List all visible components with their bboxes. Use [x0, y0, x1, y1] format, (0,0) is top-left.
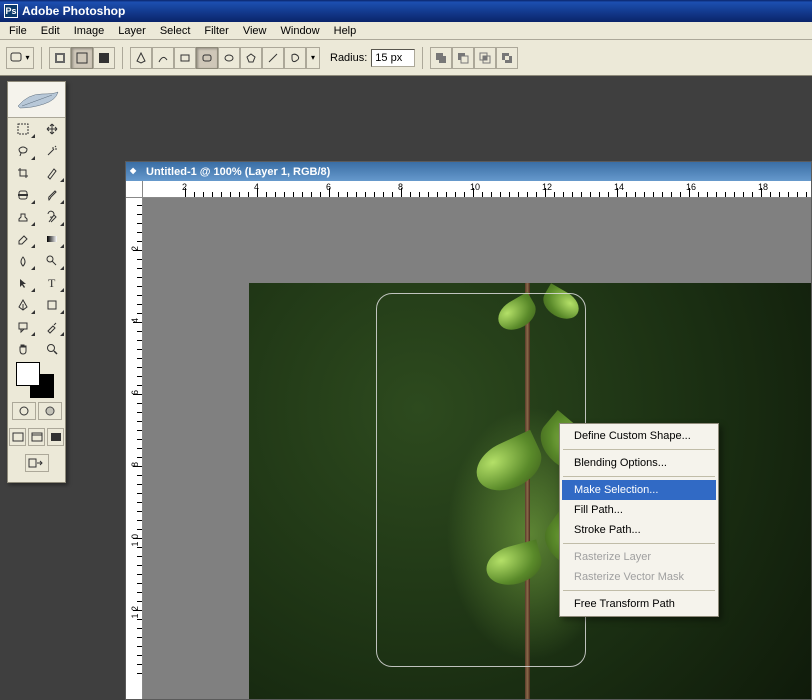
menu-view[interactable]: View: [236, 24, 274, 38]
dodge-tool-icon[interactable]: [37, 250, 66, 272]
wand-tool-icon[interactable]: [37, 140, 66, 162]
eyedropper-tool-icon[interactable]: [37, 316, 66, 338]
document-icon: ◆: [130, 166, 142, 178]
context-item-free-transform-path[interactable]: Free Transform Path: [562, 594, 716, 614]
standard-mode-icon[interactable]: [12, 402, 36, 420]
ellipse-shape-icon[interactable]: [218, 47, 240, 69]
context-item-stroke-path[interactable]: Stroke Path...: [562, 520, 716, 540]
menu-help[interactable]: Help: [327, 24, 364, 38]
tool-grid: T: [8, 118, 65, 360]
menu-window[interactable]: Window: [274, 24, 327, 38]
pen-tool-icon[interactable]: [8, 294, 37, 316]
tool-panel: T: [7, 81, 66, 483]
marquee-tool-icon[interactable]: [8, 118, 37, 140]
path-combine-buttons: [430, 47, 518, 69]
exclude-path-icon[interactable]: [496, 47, 518, 69]
shape-tool-icon[interactable]: [37, 294, 66, 316]
ruler-origin[interactable]: [126, 181, 143, 198]
document-title: Untitled-1 @ 100% (Layer 1, RGB/8): [146, 166, 330, 178]
context-menu: Define Custom Shape... Blending Options..…: [559, 423, 719, 617]
path-select-tool-icon[interactable]: [8, 272, 37, 294]
menu-select[interactable]: Select: [153, 24, 198, 38]
tool-preset-picker[interactable]: ▾: [6, 47, 34, 69]
pen-icon[interactable]: [130, 47, 152, 69]
add-to-path-icon[interactable]: [430, 47, 452, 69]
custom-shape-icon[interactable]: [284, 47, 306, 69]
lasso-tool-icon[interactable]: [8, 140, 37, 162]
crop-tool-icon[interactable]: [8, 162, 37, 184]
intersect-path-icon[interactable]: [474, 47, 496, 69]
shape-pen-tools: ▾: [130, 47, 320, 69]
menu-image[interactable]: Image: [67, 24, 112, 38]
fill-pixels-button[interactable]: [93, 47, 115, 69]
context-item-rasterize-layer: Rasterize Layer: [562, 547, 716, 567]
menu-layer[interactable]: Layer: [111, 24, 153, 38]
ruler-vertical[interactable]: 024681 01 2: [126, 198, 143, 699]
screen-full-icon[interactable]: [47, 428, 64, 446]
rectangle-shape-icon[interactable]: [174, 47, 196, 69]
screen-standard-icon[interactable]: [9, 428, 26, 446]
healing-brush-icon[interactable]: [8, 184, 37, 206]
hand-tool-icon[interactable]: [8, 338, 37, 360]
history-brush-icon[interactable]: [37, 206, 66, 228]
type-tool-icon[interactable]: T: [37, 272, 66, 294]
radius-label: Radius:: [330, 52, 367, 64]
line-shape-icon[interactable]: [262, 47, 284, 69]
tool-panel-header[interactable]: [8, 82, 65, 118]
quickmask-mode-icon[interactable]: [38, 402, 62, 420]
titlebar: Ps Adobe Photoshop: [0, 0, 812, 22]
gradient-tool-icon[interactable]: [37, 228, 66, 250]
app-title: Adobe Photoshop: [22, 4, 125, 18]
paths-button[interactable]: [71, 47, 93, 69]
context-item-define-custom-shape[interactable]: Define Custom Shape...: [562, 426, 716, 446]
eraser-tool-icon[interactable]: [8, 228, 37, 250]
brush-tool-icon[interactable]: [37, 184, 66, 206]
svg-text:T: T: [48, 276, 56, 290]
move-tool-icon[interactable]: [37, 118, 66, 140]
app-icon: Ps: [4, 4, 18, 18]
color-swatches: [8, 360, 65, 398]
blur-tool-icon[interactable]: [8, 250, 37, 272]
document-titlebar[interactable]: ◆ Untitled-1 @ 100% (Layer 1, RGB/8): [126, 162, 811, 181]
layer-mode-buttons: [49, 47, 115, 69]
stamp-tool-icon[interactable]: [8, 206, 37, 228]
shape-layers-button[interactable]: [49, 47, 71, 69]
polygon-shape-icon[interactable]: [240, 47, 262, 69]
menu-filter[interactable]: Filter: [197, 24, 235, 38]
zoom-tool-icon[interactable]: [37, 338, 66, 360]
menubar: File Edit Image Layer Select Filter View…: [0, 22, 812, 40]
menu-edit[interactable]: Edit: [34, 24, 67, 38]
rounded-rectangle-shape-icon[interactable]: [196, 47, 218, 69]
subtract-from-path-icon[interactable]: [452, 47, 474, 69]
slice-tool-icon[interactable]: [37, 162, 66, 184]
notes-tool-icon[interactable]: [8, 316, 37, 338]
foreground-color[interactable]: [16, 362, 40, 386]
options-bar: ▾ ▾ Radius:: [0, 40, 812, 76]
ruler-horizontal[interactable]: 24681012141618: [143, 181, 811, 198]
jump-to-imageready-icon[interactable]: [25, 454, 49, 472]
menu-file[interactable]: File: [2, 24, 34, 38]
freeform-pen-icon[interactable]: [152, 47, 174, 69]
radius-input[interactable]: [371, 49, 415, 67]
context-item-rasterize-vector-mask: Rasterize Vector Mask: [562, 567, 716, 587]
shape-options-dropdown[interactable]: ▾: [306, 47, 320, 69]
image-content: [249, 283, 811, 699]
context-item-blending-options[interactable]: Blending Options...: [562, 453, 716, 473]
photoshop-feather-icon: [14, 88, 60, 112]
context-item-make-selection[interactable]: Make Selection...: [562, 480, 716, 500]
context-item-fill-path[interactable]: Fill Path...: [562, 500, 716, 520]
screen-full-menubar-icon[interactable]: [28, 428, 45, 446]
